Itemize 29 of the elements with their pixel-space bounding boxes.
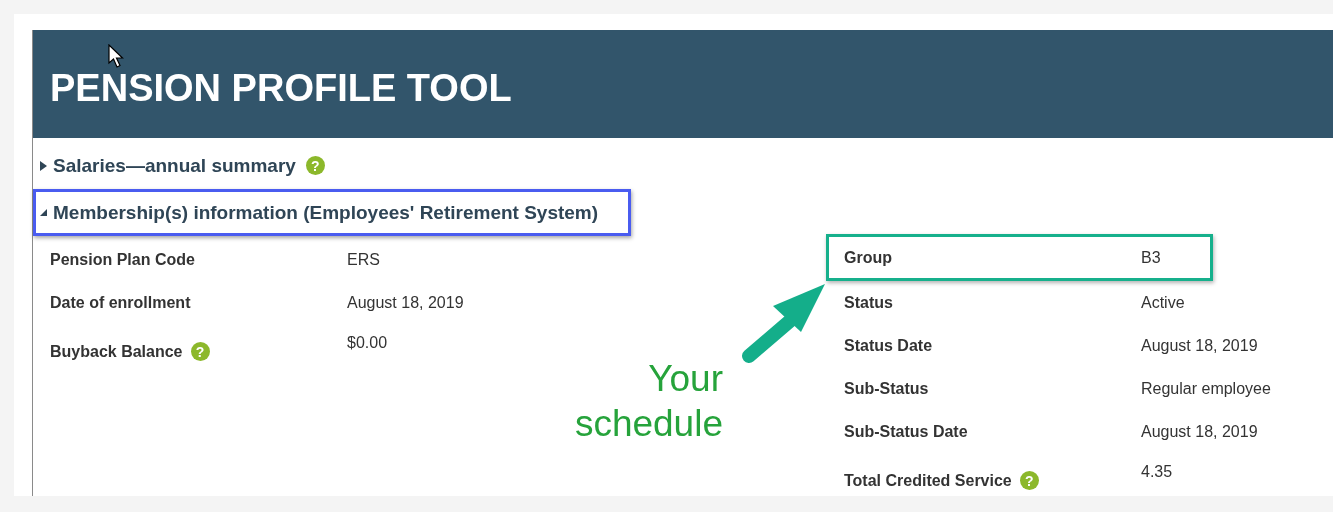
field-label: Pension Plan Code — [50, 250, 195, 269]
section-header[interactable]: Salaries—annual summary — [53, 154, 296, 177]
cursor-icon — [108, 44, 124, 68]
field-value: $0.00 — [347, 334, 388, 352]
field-label: Status — [844, 293, 893, 312]
field-value: ERS — [347, 250, 380, 269]
field-value: August 18, 2019 — [1141, 422, 1258, 441]
field-label: Sub-Status — [844, 379, 929, 398]
help-icon[interactable]: ? — [190, 342, 210, 361]
field-value: 4.35 — [1141, 463, 1173, 481]
field-label: Total Credited Service — [844, 471, 1012, 490]
help-icon[interactable]: ? — [1019, 471, 1039, 490]
page-title: PENSION PROFILE TOOL — [50, 66, 512, 110]
field-label: Group — [844, 248, 892, 267]
field-value: August 18, 2019 — [347, 293, 464, 312]
field-value: Active — [1141, 293, 1185, 312]
collapse-triangle-icon[interactable] — [40, 209, 47, 216]
help-icon[interactable]: ? — [305, 156, 325, 175]
callout-text: Your schedule — [573, 357, 723, 446]
field-value: August 18, 2019 — [1141, 336, 1258, 355]
expand-triangle-icon[interactable] — [40, 160, 47, 171]
field-label: Buyback Balance — [50, 342, 183, 361]
field-label: Date of enrollment — [50, 293, 191, 312]
field-value: Regular employee — [1141, 379, 1271, 398]
field-label: Status Date — [844, 336, 933, 355]
section-header[interactable]: Membership(s) information (Employees' Retirement System) — [53, 201, 599, 224]
field-value: B3 — [1141, 248, 1161, 267]
arrow-icon — [739, 282, 827, 366]
field-label: Sub-Status Date — [844, 422, 968, 441]
